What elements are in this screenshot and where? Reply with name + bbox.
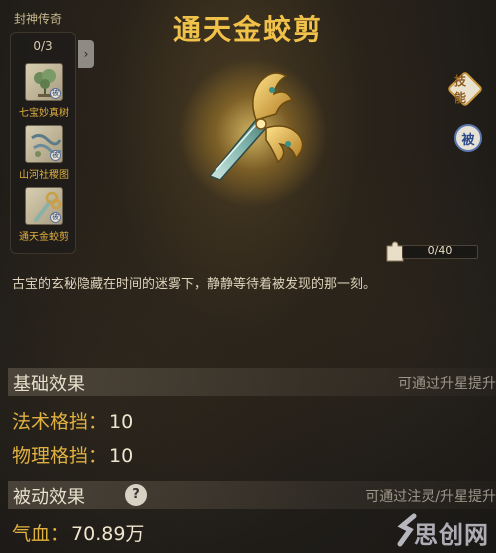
passive-button[interactable]: 被 <box>454 124 482 152</box>
collection-item-tree[interactable]: 被 七宝妙真树 <box>11 63 77 119</box>
artifact-description: 古宝的玄秘隐藏在时间的迷雾下，静静等待着被发现的那一刻。 <box>12 277 377 292</box>
skill-button-label: 技能 <box>454 74 467 105</box>
collection-item-label: 通天金蛟剪 <box>19 232 69 243</box>
collection-item-label: 七宝妙真树 <box>19 108 69 119</box>
stat-label: 气血： <box>12 523 70 545</box>
page-title: 通天金蛟剪 <box>172 13 323 46</box>
help-icon[interactable]: ? <box>125 484 147 506</box>
stat-value: 70.89万 <box>71 523 145 545</box>
passive-badge: 被 <box>50 88 61 99</box>
passive-badge: 被 <box>50 212 61 223</box>
stat-value: 10 <box>109 445 134 467</box>
stat-label: 法术格挡： <box>12 411 108 433</box>
stat-physical-block: 物理格挡： 10 <box>12 441 133 468</box>
basic-effect-note: 可通过升星提升 <box>398 376 496 392</box>
tree-icon: 被 <box>25 63 63 101</box>
collection-item-map[interactable]: 被 山河社稷图 <box>11 125 77 181</box>
scroll-map-icon: 被 <box>25 125 63 163</box>
collection-list: 0/3 被 七宝妙真树 被 山河社稷图 被 通天金蛟剪 <box>10 32 76 254</box>
passive-effect-title: 被动效果 <box>13 487 85 508</box>
collection-item-label: 山河社稷图 <box>19 170 69 181</box>
watermark-text: 思创网 <box>414 521 489 549</box>
basic-effect-header: 基础效果 可通过升星提升 <box>8 368 496 396</box>
basic-effect-title: 基础效果 <box>13 374 85 395</box>
stat-value: 10 <box>109 411 134 433</box>
artifact-scissors-image <box>168 48 338 218</box>
skill-button[interactable]: 技能 <box>446 70 484 108</box>
stat-magic-block: 法术格挡： 10 <box>12 407 133 434</box>
progress-text: 0/40 <box>427 244 453 257</box>
fragment-progress: 0/40 <box>384 240 484 262</box>
passive-badge: 被 <box>50 150 61 161</box>
stat-label: 物理格挡： <box>12 445 108 467</box>
stat-hp: 气血： 70.89万 <box>12 519 144 546</box>
passive-effect-header: 被动效果 ? 可通过注灵/升星提升 <box>8 481 496 509</box>
collection-item-scissors[interactable]: 被 通天金蛟剪 <box>11 187 77 243</box>
passive-effect-note: 可通过注灵/升星提升 <box>365 489 496 505</box>
scissors-icon: 被 <box>25 187 63 225</box>
